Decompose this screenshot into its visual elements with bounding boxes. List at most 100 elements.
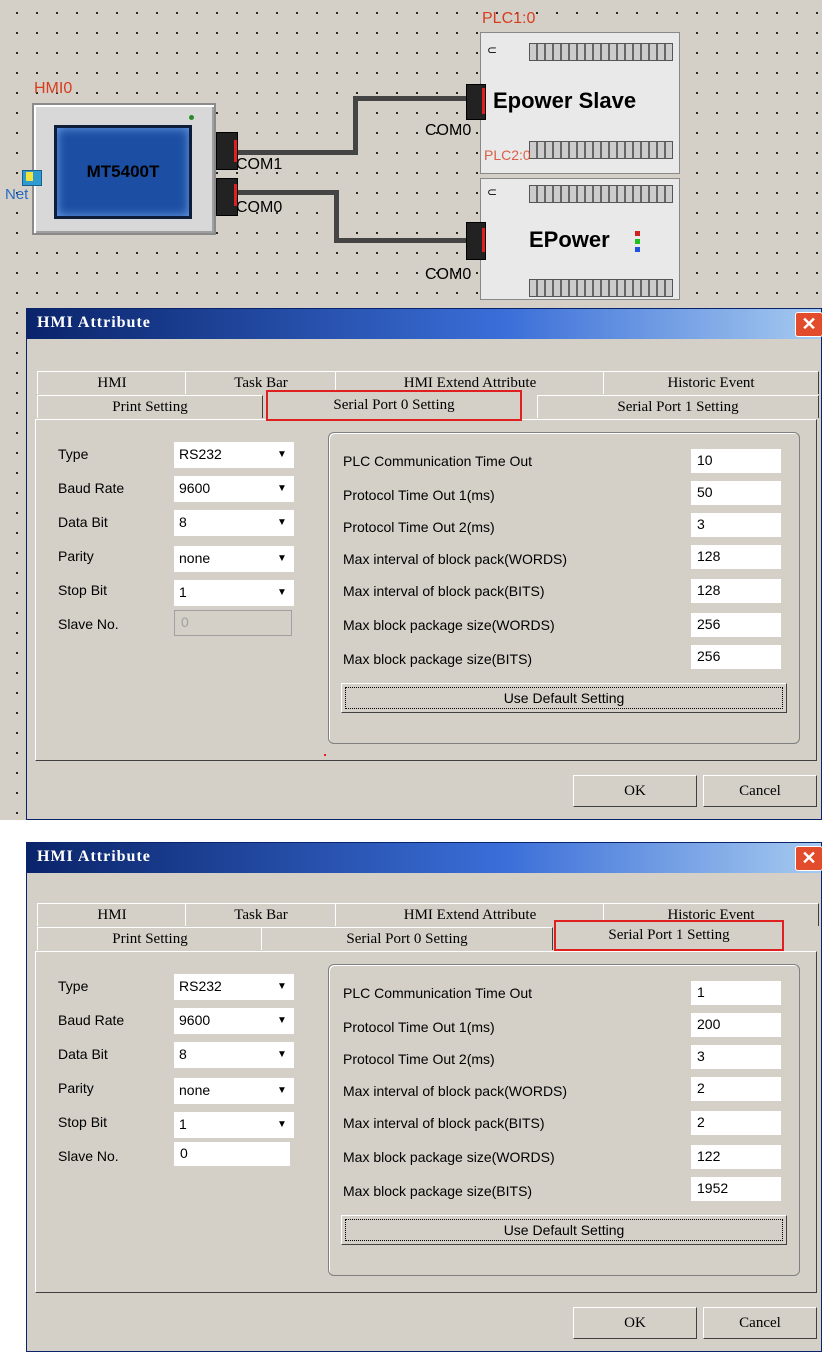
cancel-button[interactable]: Cancel	[703, 775, 817, 807]
slave-no-label: Slave No.	[58, 616, 119, 632]
parity-label: Parity	[58, 548, 94, 564]
tab-hmi[interactable]: HMI	[37, 371, 187, 394]
dialog-title: HMI Attribute	[37, 848, 151, 865]
type-select[interactable]: RS232 ▼	[174, 974, 294, 1000]
chevron-down-icon: ▼	[277, 1085, 287, 1096]
dialog-titlebar[interactable]: HMI Attribute ✕	[27, 843, 822, 873]
plc2-com0-label: COM0	[425, 266, 472, 283]
protocol-timeout-2-input[interactable]: 3	[691, 1045, 781, 1069]
stop-bit-label: Stop Bit	[58, 1114, 108, 1130]
plc2-name: EPower	[529, 227, 610, 252]
plc-led-green-icon	[635, 239, 640, 244]
type-label: Type	[58, 978, 89, 994]
protocol-timeout-2-label: Protocol Time Out 2(ms)	[343, 1051, 495, 1067]
ok-button[interactable]: OK	[573, 1307, 697, 1339]
tab-serial-port-0-setting[interactable]: Serial Port 0 Setting	[266, 390, 522, 421]
cancel-label: Cancel	[739, 1315, 781, 1331]
parity-value: none	[179, 550, 211, 566]
stop-bit-select[interactable]: 1 ▼	[174, 580, 294, 606]
hmi-label: HMI0	[34, 80, 73, 97]
protocol-timeout-1-input[interactable]: 50	[691, 481, 781, 505]
baud-rate-select[interactable]: 9600 ▼	[174, 476, 294, 502]
max-block-bits-input[interactable]: 1952	[691, 1177, 781, 1201]
protocol-timeout-2-input[interactable]: 3	[691, 513, 781, 537]
hmi-device[interactable]: MT5400T	[32, 103, 216, 235]
hmi-attribute-dialog-port1: HMI Attribute ✕ HMI Task Bar HMI Extend …	[26, 842, 822, 1352]
cable-segment	[353, 96, 358, 118]
use-default-setting-button[interactable]: Use Default Setting	[341, 683, 787, 713]
close-button[interactable]: ✕	[795, 846, 822, 871]
stop-bit-select[interactable]: 1 ▼	[174, 1112, 294, 1138]
tab-print-setting[interactable]: Print Setting	[37, 927, 263, 950]
plc1-com0-label: COM0	[425, 122, 472, 139]
chevron-down-icon: ▼	[277, 1015, 287, 1026]
plc-led-red-icon	[635, 231, 640, 236]
cable-segment	[238, 190, 338, 195]
protocol-timeout-2-label: Protocol Time Out 2(ms)	[343, 519, 495, 535]
ok-button[interactable]: OK	[573, 775, 697, 807]
max-interval-bits-input[interactable]: 2	[691, 1111, 781, 1135]
hmi-com1-label: COM1	[236, 156, 283, 173]
max-block-words-input[interactable]: 256	[691, 613, 781, 637]
parity-select[interactable]: none ▼	[174, 546, 294, 572]
tab-serial-port-1-setting[interactable]: Serial Port 1 Setting	[554, 920, 784, 951]
parity-select[interactable]: none ▼	[174, 1078, 294, 1104]
tab-panel: Type RS232 ▼ Baud Rate 9600 ▼ Data Bit 8…	[35, 419, 817, 761]
protocol-timeout-1-label: Protocol Time Out 1(ms)	[343, 487, 495, 503]
max-block-words-label: Max block package size(WORDS)	[343, 617, 555, 633]
max-block-words-label: Max block package size(WORDS)	[343, 1149, 555, 1165]
hmi-screen: MT5400T	[54, 125, 192, 219]
tab-serial-port-0-setting[interactable]: Serial Port 0 Setting	[261, 927, 553, 950]
project-canvas[interactable]: HMI0 MT5400T Net COM1 COM0 PLC1:0 ⊂ Epow…	[0, 0, 822, 820]
slave-no-input[interactable]: 0	[174, 1142, 290, 1166]
tab-historic-event[interactable]: Historic Event	[603, 371, 819, 394]
data-bit-value: 8	[179, 1046, 187, 1062]
plc-connector-icon: ⊂	[487, 185, 498, 199]
tab-serial-port-1-setting[interactable]: Serial Port 1 Setting	[537, 395, 819, 418]
dialog-titlebar[interactable]: HMI Attribute ✕	[27, 309, 822, 339]
baud-rate-label: Baud Rate	[58, 1012, 125, 1028]
use-default-setting-button[interactable]: Use Default Setting	[341, 1215, 787, 1245]
plc-terminal-strip	[529, 185, 673, 203]
cable-segment	[238, 150, 358, 155]
stop-bit-value: 1	[179, 1116, 187, 1132]
max-interval-bits-input[interactable]: 128	[691, 579, 781, 603]
chevron-down-icon: ▼	[277, 553, 287, 564]
max-block-words-input[interactable]: 122	[691, 1145, 781, 1169]
type-value: RS232	[179, 978, 222, 994]
baud-rate-value: 9600	[179, 1012, 211, 1028]
chevron-down-icon: ▼	[277, 517, 287, 528]
protocol-timeout-1-input[interactable]: 200	[691, 1013, 781, 1037]
chevron-down-icon: ▼	[277, 449, 287, 460]
chevron-down-icon: ▼	[277, 1049, 287, 1060]
max-interval-words-input[interactable]: 2	[691, 1077, 781, 1101]
chevron-down-icon: ▼	[277, 483, 287, 494]
slave-no-value: 0	[181, 614, 189, 630]
plc-comm-timeout-value: 10	[697, 452, 713, 468]
tab-panel: Type RS232 ▼ Baud Rate 9600 ▼ Data Bit 8…	[35, 951, 817, 1293]
plc-led-blue-icon	[635, 247, 640, 252]
stop-bit-label: Stop Bit	[58, 582, 108, 598]
data-bit-select[interactable]: 8 ▼	[174, 1042, 294, 1068]
plc-connector-icon: ⊂	[487, 43, 498, 57]
max-block-bits-input[interactable]: 256	[691, 645, 781, 669]
close-button[interactable]: ✕	[795, 312, 822, 337]
cable-segment	[334, 238, 469, 243]
dialog-title: HMI Attribute	[37, 314, 151, 331]
tab-task-bar[interactable]: Task Bar	[185, 903, 337, 926]
max-block-bits-value: 1952	[697, 1180, 729, 1196]
max-interval-words-input[interactable]: 128	[691, 545, 781, 569]
plc-device-epower[interactable]: ⊂ EPower	[480, 178, 680, 300]
plc-comm-timeout-input[interactable]: 1	[691, 981, 781, 1005]
cancel-button[interactable]: Cancel	[703, 1307, 817, 1339]
protocol-timeout-1-label: Protocol Time Out 1(ms)	[343, 1019, 495, 1035]
parity-label: Parity	[58, 1080, 94, 1096]
baud-rate-select[interactable]: 9600 ▼	[174, 1008, 294, 1034]
data-bit-select[interactable]: 8 ▼	[174, 510, 294, 536]
data-bit-label: Data Bit	[58, 514, 108, 530]
tab-hmi[interactable]: HMI	[37, 903, 187, 926]
tab-print-setting[interactable]: Print Setting	[37, 395, 263, 418]
type-select[interactable]: RS232 ▼	[174, 442, 294, 468]
max-interval-words-value: 128	[697, 548, 721, 564]
plc-comm-timeout-input[interactable]: 10	[691, 449, 781, 473]
